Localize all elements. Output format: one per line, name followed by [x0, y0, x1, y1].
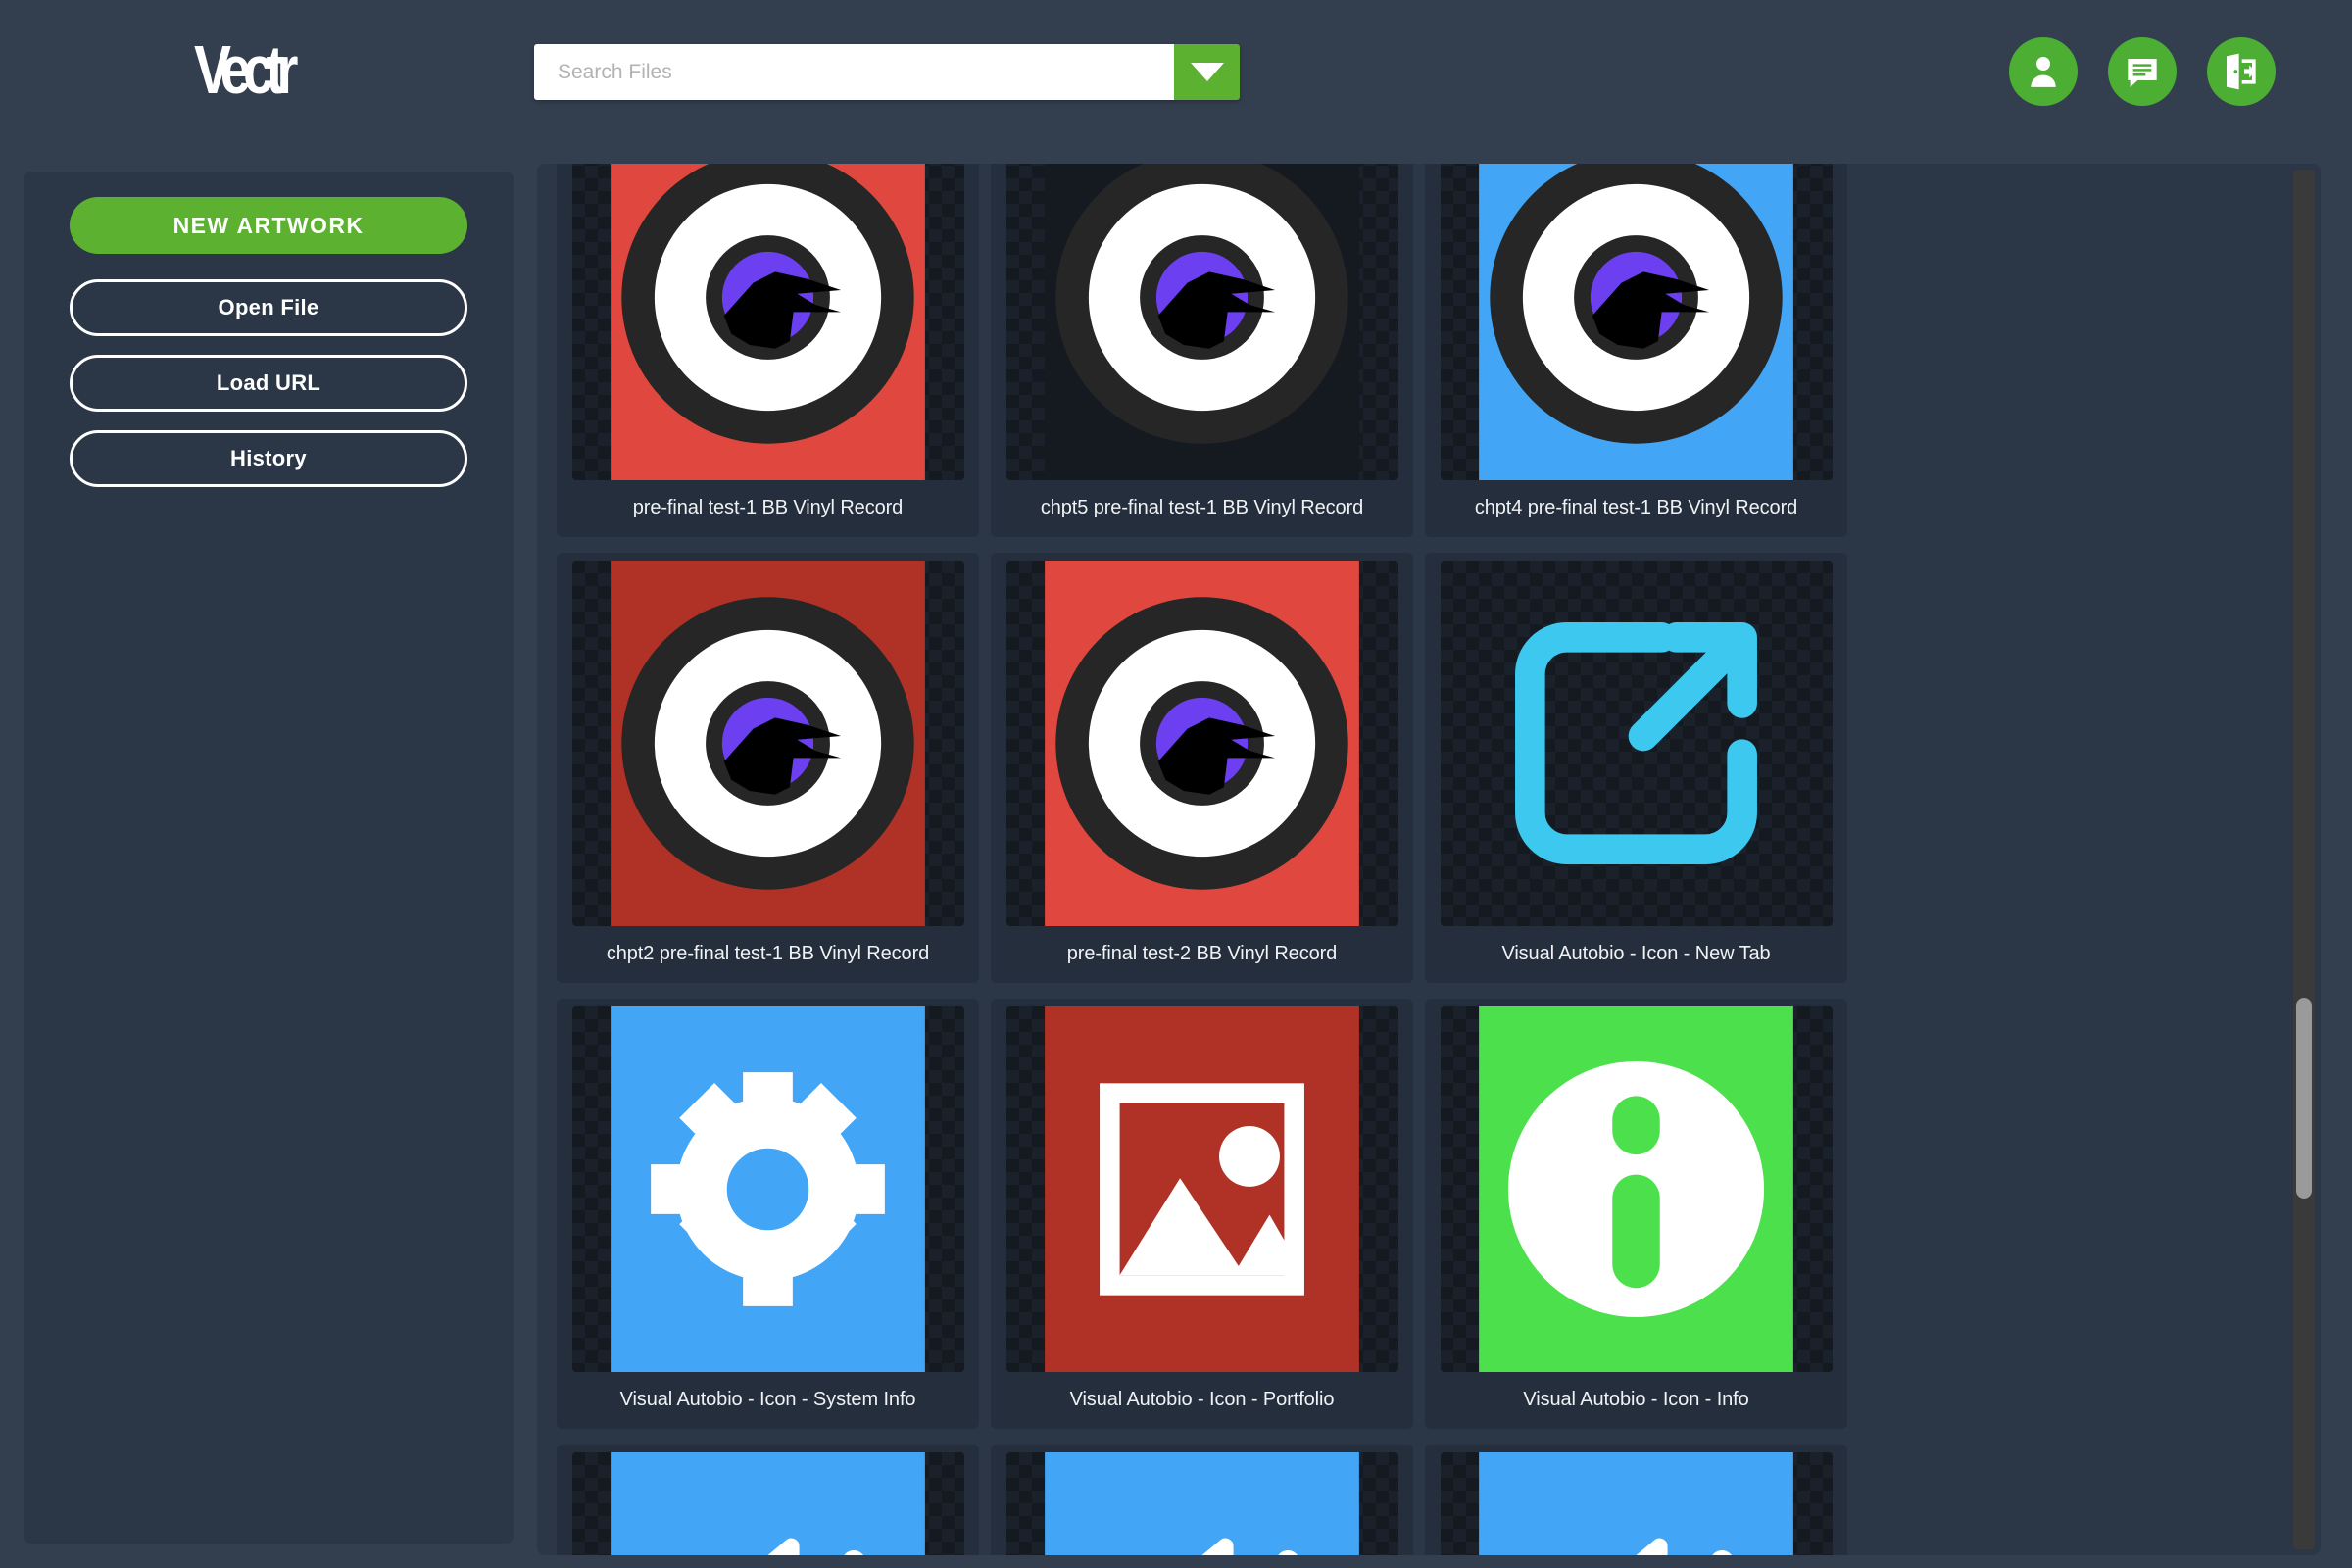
sidebar: NEW ARTWORK Open File Load URL History	[24, 172, 514, 1544]
file-card[interactable]: Visual Autobio - Icon - Help - V2	[557, 1445, 979, 1555]
feedback-button[interactable]	[2108, 37, 2177, 106]
grid-scrollbar-track[interactable]	[2293, 170, 2315, 1549]
vinyl-record-icon	[1019, 164, 1385, 480]
app-logo[interactable]: Vectr	[194, 36, 298, 105]
load-url-button[interactable]: Load URL	[70, 355, 467, 412]
search-dropdown-button[interactable]	[1174, 44, 1240, 100]
file-grid: pre-final test-1 BB Vinyl Record chpt5 p…	[537, 164, 2291, 1555]
external-link-icon	[1453, 561, 1819, 926]
file-card[interactable]: Visual Autobio - Icon - Help	[1425, 1445, 1847, 1555]
speaker-icon	[585, 1452, 951, 1555]
account-icon	[2031, 57, 2056, 87]
history-button[interactable]: History	[70, 430, 467, 487]
file-caption: Visual Autobio - Icon - Info	[1523, 1389, 1749, 1410]
file-thumbnail[interactable]	[1005, 164, 1398, 480]
file-thumbnail[interactable]	[1440, 164, 1833, 480]
speaker-icon	[1453, 1452, 1819, 1555]
vinyl-record-icon	[1019, 561, 1385, 926]
file-caption: Visual Autobio - Icon - New Tab	[1501, 943, 1771, 964]
file-thumbnail[interactable]	[1440, 1452, 1833, 1555]
file-caption: Visual Autobio - Icon - Portfolio	[1069, 1389, 1335, 1410]
gear-icon	[585, 1006, 951, 1372]
file-card[interactable]: Visual Autobio - Icon - Portfolio	[991, 999, 1413, 1429]
file-caption: chpt2 pre-final test-1 BB Vinyl Record	[606, 943, 930, 964]
file-thumbnail[interactable]	[571, 561, 964, 926]
file-caption: pre-final test-1 BB Vinyl Record	[632, 497, 904, 518]
file-card[interactable]: Visual Autobio - Icon - System Info	[557, 999, 979, 1429]
image-icon	[1019, 1006, 1385, 1372]
vinyl-record-icon	[585, 164, 951, 480]
new-artwork-button[interactable]: NEW ARTWORK	[70, 197, 467, 254]
search-bar	[534, 44, 1240, 100]
top-bar: Vectr	[0, 0, 2352, 145]
account-button[interactable]	[2009, 37, 2078, 106]
file-card[interactable]: chpt2 pre-final test-1 BB Vinyl Record	[557, 553, 979, 983]
vinyl-record-icon	[1453, 164, 1819, 480]
grid-scrollbar-thumb[interactable]	[2296, 998, 2312, 1199]
file-grid-panel: pre-final test-1 BB Vinyl Record chpt5 p…	[537, 164, 2321, 1555]
chevron-down-icon	[1190, 63, 1224, 81]
logout-button[interactable]	[2207, 37, 2276, 106]
file-caption: Visual Autobio - Icon - System Info	[619, 1389, 916, 1410]
search-input[interactable]	[534, 44, 1174, 100]
file-caption: chpt4 pre-final test-1 BB Vinyl Record	[1474, 497, 1798, 518]
file-card[interactable]: Visual Autobio - Icon - New Tab	[1425, 553, 1847, 983]
vinyl-record-icon	[585, 561, 951, 926]
info-icon	[1453, 1006, 1819, 1372]
file-card[interactable]: pre-final test-2 BB Vinyl Record	[991, 553, 1413, 983]
open-file-button[interactable]: Open File	[70, 279, 467, 336]
file-card[interactable]: Visual Autobio - Icon - Info	[1425, 999, 1847, 1429]
file-card[interactable]: chpt4 pre-final test-1 BB Vinyl Record	[1425, 164, 1847, 537]
file-caption: pre-final test-2 BB Vinyl Record	[1066, 943, 1338, 964]
top-icon-group	[2009, 37, 2276, 106]
feedback-icon	[2128, 59, 2157, 87]
file-thumbnail[interactable]	[1440, 1006, 1833, 1372]
logout-icon	[2227, 53, 2256, 90]
file-thumbnail[interactable]	[1005, 1452, 1398, 1555]
file-thumbnail[interactable]	[1005, 1006, 1398, 1372]
file-card[interactable]: Visual Autobio - Icon - Help - V3	[991, 1445, 1413, 1555]
file-thumbnail[interactable]	[571, 164, 964, 480]
file-thumbnail[interactable]	[571, 1452, 964, 1555]
file-thumbnail[interactable]	[1005, 561, 1398, 926]
file-card[interactable]: chpt5 pre-final test-1 BB Vinyl Record	[991, 164, 1413, 537]
file-caption: chpt5 pre-final test-1 BB Vinyl Record	[1040, 497, 1364, 518]
file-thumbnail[interactable]	[571, 1006, 964, 1372]
file-thumbnail[interactable]	[1440, 561, 1833, 926]
speaker-icon	[1019, 1452, 1385, 1555]
file-card[interactable]: pre-final test-1 BB Vinyl Record	[557, 164, 979, 537]
